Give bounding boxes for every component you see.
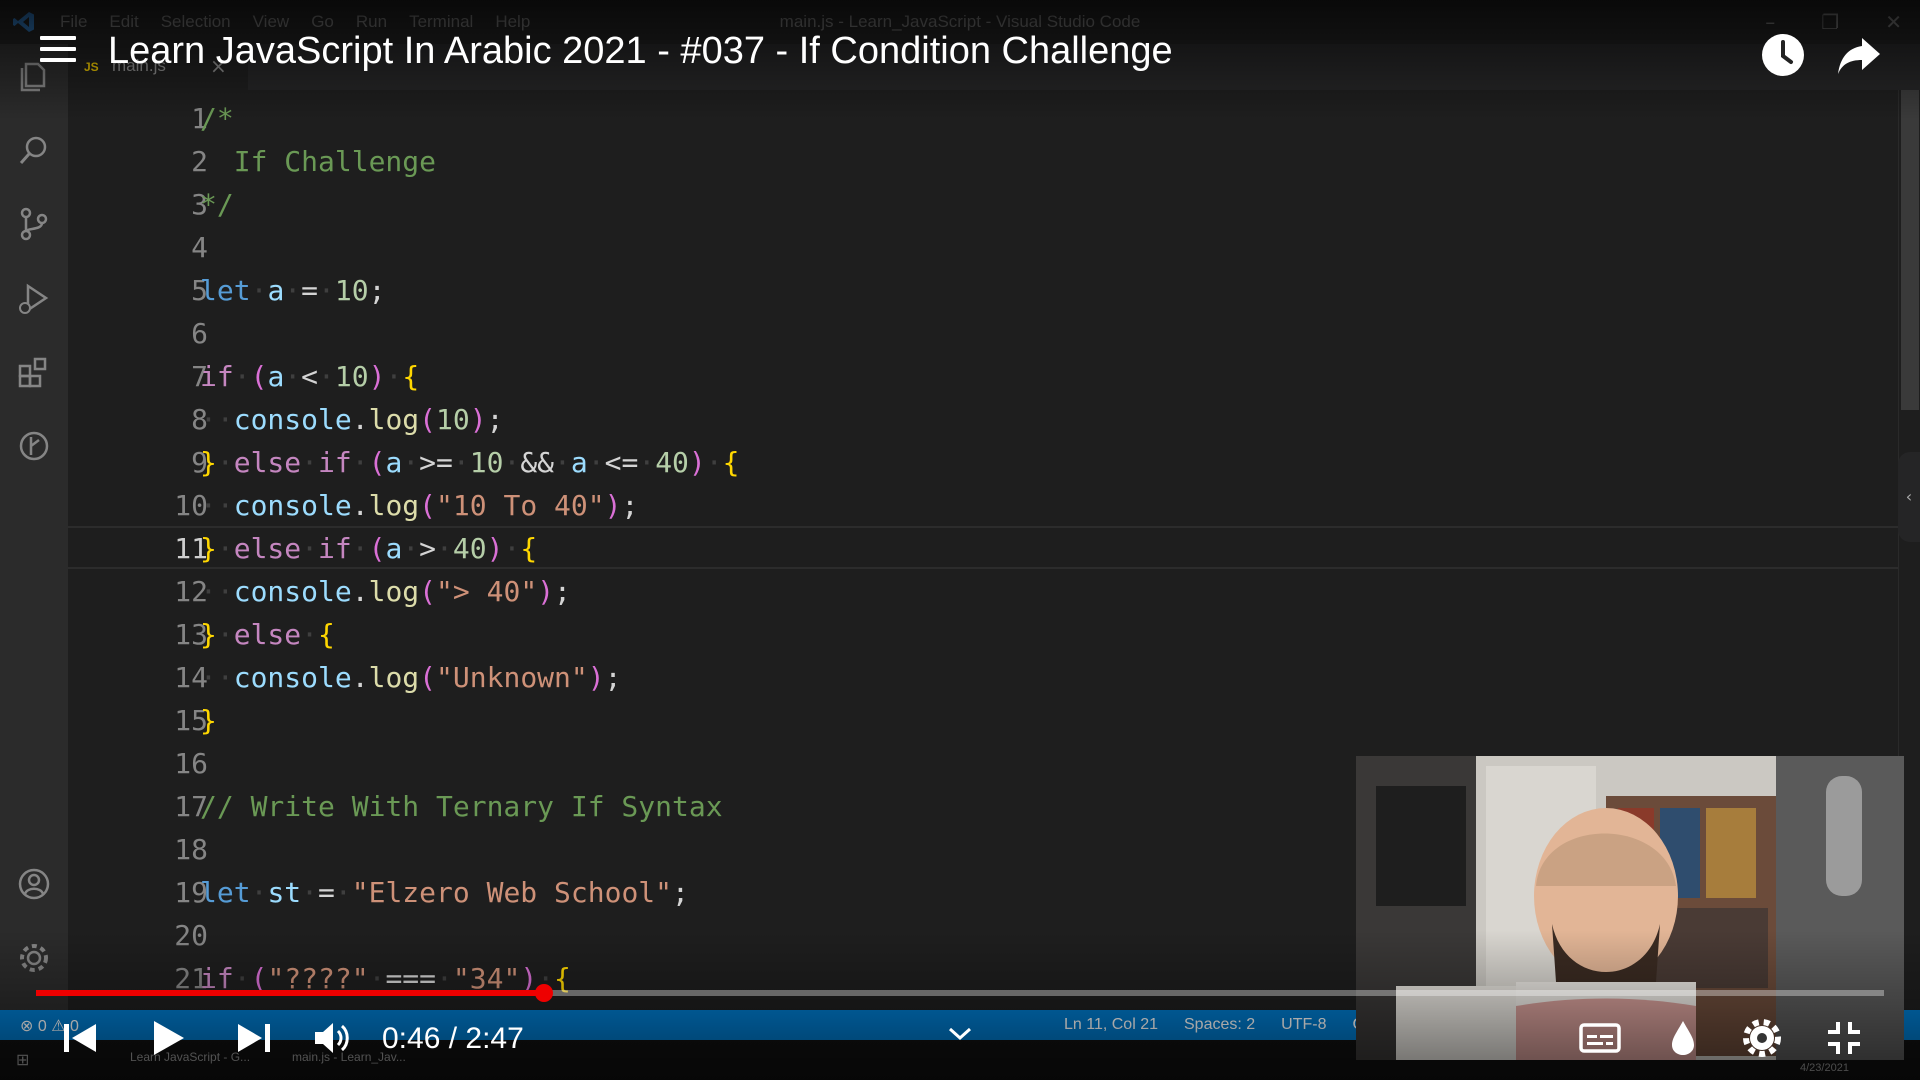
settings-icon[interactable] — [1742, 1018, 1782, 1058]
code-line: 12 ··console.log("> 40"); — [68, 571, 1898, 614]
code-text: ··console.log("Unknown"); — [200, 661, 622, 694]
code-text: }·else·if·(a·>=·10·&&·a·<=·40)·{ — [200, 446, 740, 479]
code-text: If Challenge — [200, 145, 437, 178]
line-number: 12 — [174, 575, 208, 608]
window-controls: – ❐ ✕ — [1765, 10, 1902, 34]
code-line: 14 ··console.log("Unknown"); — [68, 657, 1898, 700]
code-text: // Write With Ternary If Syntax — [200, 790, 723, 823]
code-text: ··console.log("10 To 40"); — [200, 489, 639, 522]
code-line: 13 }·else·{ — [68, 614, 1898, 657]
activity-bar — [0, 44, 68, 1010]
code-line: 9 }·else·if·(a·>=·10·&&·a·<=·40)·{ — [68, 442, 1898, 485]
line-number: 14 — [174, 661, 208, 694]
webcam-overlay — [1356, 756, 1904, 1060]
code-line-current: 11 }·else·if·(a·>·40)·{ — [68, 526, 1898, 569]
code-line: 15 } — [68, 700, 1898, 743]
line-number: 5 — [191, 274, 208, 307]
line-number: 19 — [174, 876, 208, 909]
menu-icon[interactable] — [40, 36, 76, 66]
line-number: 20 — [174, 919, 208, 952]
code-text: ··console.log("> 40"); — [200, 575, 571, 608]
subtitles-icon[interactable] — [1578, 1018, 1622, 1058]
previous-icon[interactable] — [60, 1018, 100, 1058]
taskbar-date: 4/23/2021 — [1800, 1062, 1849, 1074]
presenter-video-frame — [1356, 756, 1904, 1060]
line-number: 16 — [174, 747, 208, 780]
line-number: 10 — [174, 489, 208, 522]
window-title: main.js - Learn_JavaScript - Visual Stud… — [779, 12, 1141, 31]
code-line: 6 — [68, 313, 1898, 356]
code-line: 4 — [68, 227, 1898, 270]
line-number: 4 — [191, 231, 208, 264]
code-line: 5 let·a·=·10; — [68, 270, 1898, 313]
git-history-icon[interactable] — [14, 426, 54, 466]
line-number: 2 — [191, 145, 208, 178]
line-number: 3 — [191, 188, 208, 221]
exit-fullscreen-icon[interactable] — [1824, 1018, 1864, 1058]
next-icon[interactable] — [234, 1018, 274, 1058]
search-icon[interactable] — [14, 130, 54, 170]
line-number: 8 — [191, 403, 208, 436]
settings-gear-icon[interactable] — [14, 938, 54, 978]
watch-later-icon[interactable] — [1760, 32, 1806, 78]
chevron-left-icon[interactable]: ‹ — [1898, 452, 1920, 542]
time-display: 0:46 / 2:47 — [382, 1022, 524, 1055]
line-number: 7 — [191, 360, 208, 393]
code-text: ··console.log(10); — [200, 403, 504, 436]
line-number: 1 — [191, 102, 208, 135]
volume-icon[interactable] — [312, 1018, 354, 1058]
code-text: }·else·if·(a·>·40)·{ — [200, 532, 538, 565]
js-file-icon: JS — [84, 60, 99, 74]
status-right-group: Ln 11, Col 21 Spaces: 2 UTF-8 C — [1064, 1016, 1364, 1034]
code-line: 2 If Challenge — [68, 141, 1898, 184]
video-title[interactable]: Learn JavaScript In Arabic 2021 - #037 -… — [108, 30, 1173, 73]
code-text: let·a·=·10; — [200, 274, 386, 307]
line-number: 9 — [191, 446, 208, 479]
chevron-down-icon[interactable] — [946, 1024, 974, 1044]
line-number: 17 — [174, 790, 208, 823]
code-line: 3 */ — [68, 184, 1898, 227]
progress-played — [36, 990, 545, 996]
line-number: 13 — [174, 618, 208, 651]
cursor-position[interactable]: Ln 11, Col 21 — [1064, 1016, 1158, 1034]
source-control-icon[interactable] — [14, 204, 54, 244]
close-window-icon[interactable]: ✕ — [1885, 10, 1902, 34]
code-line: 7 if·(a·<·10)·{ — [68, 356, 1898, 399]
file-encoding[interactable]: UTF-8 — [1281, 1016, 1326, 1034]
restore-icon[interactable]: ❐ — [1821, 10, 1839, 34]
ambient-icon[interactable] — [1668, 1018, 1698, 1058]
line-number: 6 — [191, 317, 208, 350]
minimize-icon[interactable]: – — [1765, 10, 1775, 34]
line-number: 18 — [174, 833, 208, 866]
share-icon[interactable] — [1836, 32, 1882, 78]
progress-bar[interactable] — [36, 984, 1884, 1002]
code-text: */ — [200, 188, 234, 221]
play-icon[interactable] — [148, 1018, 188, 1058]
line-number: 11 — [174, 532, 208, 565]
code-line: 8 ··console.log(10); — [68, 399, 1898, 442]
code-text: }·else·{ — [200, 618, 335, 651]
code-text: } — [200, 704, 217, 737]
extensions-icon[interactable] — [14, 352, 54, 392]
code-text: let·st·=·"Elzero Web School"; — [200, 876, 689, 909]
code-text: /* — [200, 102, 234, 135]
account-icon[interactable] — [14, 864, 54, 904]
scrollbar-thumb[interactable] — [1901, 90, 1919, 410]
windows-start-icon[interactable]: ⊞ — [16, 1050, 29, 1070]
code-line: 10 ··console.log("10 To 40"); — [68, 485, 1898, 528]
code-text: if·(a·<·10)·{ — [200, 360, 420, 393]
run-debug-icon[interactable] — [14, 278, 54, 318]
line-number: 15 — [174, 704, 208, 737]
indentation[interactable]: Spaces: 2 — [1184, 1016, 1255, 1034]
code-line: 1 /* — [68, 98, 1898, 141]
